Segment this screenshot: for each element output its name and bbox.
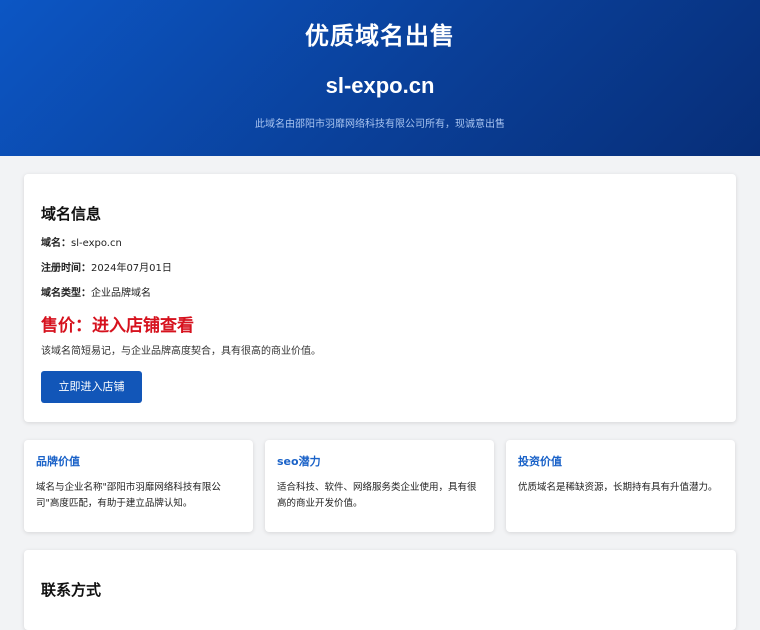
feature-card-brand: 品牌价值 域名与企业名称"邵阳市羽靡网络科技有限公司"高度匹配，有助于建立品牌认… bbox=[24, 440, 253, 532]
price-link[interactable]: 售价：进入店铺查看 bbox=[41, 314, 719, 338]
feature-card-seo: seo潜力 适合科技、软件、网络服务类企业使用，具有很高的商业开发价值。 bbox=[265, 440, 494, 532]
hero-banner: 优质域名出售 sl-expo.cn 此域名由邵阳市羽靡网络科技有限公司所有，现诚… bbox=[0, 0, 760, 156]
feature-text-seo: 适合科技、软件、网络服务类企业使用，具有很高的商业开发价值。 bbox=[277, 482, 477, 509]
hero-domain-name: sl-expo.cn bbox=[325, 73, 435, 98]
feature-title-investment: 投资价值 bbox=[518, 455, 562, 468]
feature-text-brand: 域名与企业名称"邵阳市羽靡网络科技有限公司"高度匹配，有助于建立品牌认知。 bbox=[36, 482, 221, 509]
info-label-type: 域名类型： bbox=[41, 288, 91, 299]
feature-text-investment: 优质域名是稀缺资源，长期持有具有升值潜力。 bbox=[518, 482, 718, 493]
info-label-domain: 域名： bbox=[41, 238, 71, 249]
info-label-registered: 注册时间： bbox=[41, 263, 91, 274]
domain-description: 该域名简短易记，与企业品牌高度契合，具有很高的商业价值。 bbox=[41, 346, 321, 357]
info-row-type: 域名类型：企业品牌域名 bbox=[41, 287, 719, 301]
feature-card-investment: 投资价值 优质域名是稀缺资源，长期持有具有升值潜力。 bbox=[506, 440, 735, 532]
domain-info-card: 域名信息 域名：sl-expo.cn 注册时间：2024年07月01日 域名类型… bbox=[24, 174, 736, 422]
info-value-registered: 2024年07月01日 bbox=[91, 263, 172, 274]
feature-title-seo: seo潜力 bbox=[277, 455, 321, 468]
feature-title-brand: 品牌价值 bbox=[36, 455, 80, 468]
hero-title: 优质域名出售 bbox=[305, 22, 455, 50]
info-value-type: 企业品牌域名 bbox=[91, 288, 151, 299]
contact-heading: 联系方式 bbox=[41, 581, 102, 599]
enter-store-button[interactable]: 立即进入店铺 bbox=[41, 371, 142, 403]
info-row-registered: 注册时间：2024年07月01日 bbox=[41, 262, 719, 276]
domain-info-heading: 域名信息 bbox=[41, 205, 102, 223]
info-value-domain: sl-expo.cn bbox=[71, 238, 122, 249]
contact-card: 联系方式 bbox=[24, 550, 736, 630]
hero-subtitle: 此域名由邵阳市羽靡网络科技有限公司所有，现诚意出售 bbox=[255, 119, 505, 130]
info-row-domain: 域名：sl-expo.cn bbox=[41, 237, 719, 251]
